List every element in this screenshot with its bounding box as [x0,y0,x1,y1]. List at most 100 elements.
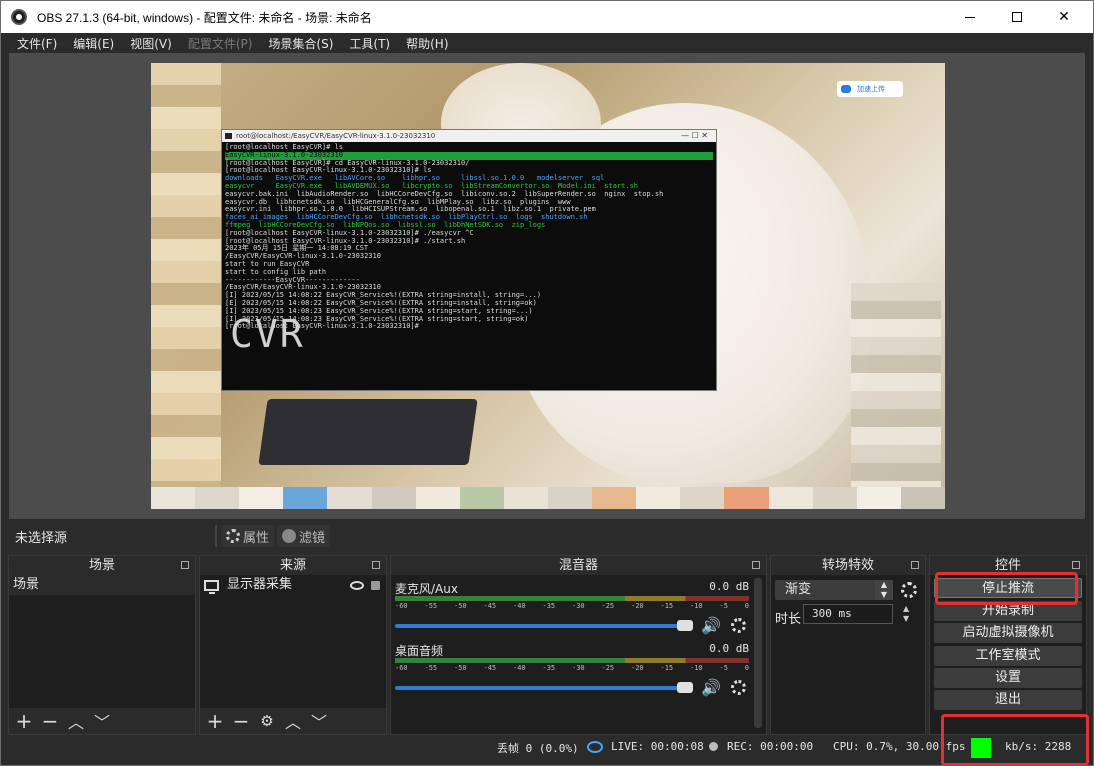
properties-button[interactable]: 属性 [221,525,275,547]
tick-label: -5 [719,664,728,672]
tick-label: 0 [744,602,749,610]
source-list-item[interactable]: 显示器采集 [200,575,386,595]
duration-label: 时长 [775,612,802,627]
duration-input[interactable]: 300 ms [803,604,893,624]
start-virtual-camera-button[interactable]: 启动虚拟摄像机 [934,623,1082,643]
mixer-channel-mic: 麦克风/Aux 0.0 dB -60 -55 -50 -45 -40 -35 -30 -25-… [395,580,749,635]
volume-slider[interactable] [395,681,693,693]
gear-icon[interactable] [901,582,917,598]
window-title: OBS 27.1.3 (64-bit, windows) - 配置文件: 未命名… [37,10,372,25]
menu-tools[interactable]: 工具(T) [341,35,398,52]
tick-label: -40 [513,664,526,672]
audio-mixer-dock: 混音器 麦克风/Aux 0.0 dB -60 -55 -50 -45 -40 -35 -30… [390,555,767,735]
stepper-arrows-icon[interactable]: ▲ ▼ [903,604,909,624]
speaker-icon[interactable]: 🔊 [701,678,721,697]
close-button[interactable]: ✕ [1041,1,1087,33]
sources-toolbar: + − ⚙ ︿ ﹀ [200,708,386,734]
tick-label: -25 [601,664,615,672]
mixer-header: 混音器 [391,556,766,575]
scenes-header: 场景 [9,556,195,575]
filters-label: 滤镜 [299,530,326,546]
tick-label: -60 [395,664,408,672]
mosaic-right [851,283,941,493]
gear-icon[interactable] [730,618,746,633]
obs-window: OBS 27.1.3 (64-bit, windows) - 配置文件: 未命名… [0,0,1094,766]
highlight-box [941,714,1089,766]
live-icon [587,741,603,753]
close-icon: ✕ [1058,9,1070,25]
settings-button[interactable]: 设置 [934,668,1082,688]
move-up-icon[interactable]: ︿ [284,709,302,733]
tick-label: -50 [454,602,467,610]
undock-icon[interactable] [181,561,189,569]
meter-ticks: -60 -55 -50 -45 -40 -35 -30 -25 -20 -15 -10 -5 0 [395,664,749,672]
updown-arrows-icon: ▲ ▼ [875,580,893,600]
studio-mode-button[interactable]: 工作室模式 [934,646,1082,666]
transitions-dock: 转场特效 渐变 ▲ ▼ 时长 300 ms ▲ ▼ [770,555,926,735]
exit-button[interactable]: 退出 [934,690,1082,710]
meter-ticks: -60 -55 -50 -45 -40 -35 -30 -25 -20 -15 -10 -5 0 [395,602,749,610]
undock-icon[interactable] [1072,561,1080,569]
tick-label: -55 [424,602,438,610]
remove-icon[interactable]: − [41,709,59,733]
tick-label: -35 [542,664,556,672]
menu-file[interactable]: 文件(F) [9,35,65,52]
filter-icon [282,529,296,543]
lock-icon[interactable] [371,580,380,590]
menu-profile: 配置文件(P) [187,36,253,51]
preview-canvas[interactable]: 加速上传 root@localhost:/EasyCVR/EasyCVR-lin… [151,63,945,509]
move-up-icon[interactable]: ︿ [67,709,85,733]
menu-edit[interactable]: 编辑(E) [65,35,122,52]
tick-label: -45 [483,602,497,610]
volume-meter [395,658,749,663]
menu-help[interactable]: 帮助(H) [398,35,456,52]
tick-label: -30 [572,664,585,672]
eye-icon[interactable] [350,580,364,590]
scene-list-item[interactable]: 场景 [9,575,195,595]
controls-title: 控件 [994,558,1021,573]
move-down-icon[interactable]: ﹀ [310,709,328,733]
sources-header: 来源 [200,556,386,575]
menu-bar: 文件(F) 编辑(E) 视图(V) 配置文件(P) 场景集合(S) 工具(T) … [9,33,1085,53]
remove-icon[interactable]: − [232,709,250,733]
tick-label: -20 [631,664,644,672]
upload-badge: 加速上传 [837,81,903,97]
maximize-button[interactable] [994,1,1040,33]
properties-label: 属性 [243,530,270,546]
rec-icon [709,742,718,751]
filters-button[interactable]: 滤镜 [277,525,331,547]
undock-icon[interactable] [752,561,760,569]
undock-icon[interactable] [911,561,919,569]
add-icon[interactable]: + [15,709,33,733]
add-icon[interactable]: + [206,709,224,733]
status-bar: 丢帧 0 (0.0%) LIVE: 00:00:08 REC: 00:00:00… [9,737,1085,759]
move-down-icon[interactable]: ﹀ [93,709,111,733]
toolbar-divider [215,525,217,547]
menu-scene-collection[interactable]: 场景集合(S) [260,35,341,52]
tick-label: -15 [660,664,674,672]
menu-view[interactable]: 视图(V) [122,35,180,52]
tick-label: -55 [424,664,438,672]
gear-icon[interactable]: ⚙ [258,712,276,730]
volume-slider[interactable] [395,619,693,631]
undock-icon[interactable] [372,561,380,569]
tick-label: -10 [690,664,703,672]
scenes-title: 场景 [88,558,115,573]
transitions-header: 转场特效 [771,556,925,575]
obs-logo-icon [11,9,27,25]
live-timer: LIVE: 00:00:08 [611,740,704,753]
gear-icon[interactable] [730,680,746,695]
mosaic-bottom [151,487,945,509]
channel-name: 麦克风/Aux [395,582,458,596]
mixer-scrollbar[interactable] [754,578,762,728]
transition-select[interactable]: 渐变 ▲ ▼ [775,580,893,600]
terminal-ascii-logo: CVR [230,312,305,356]
scenes-toolbar: + − ︿ ﹀ [9,708,195,734]
minimize-button[interactable] [947,1,993,33]
channel-db: 0.0 dB [709,642,749,655]
terminal-title: root@localhost:/EasyCVR/EasyCVR-linux-3.… [222,130,716,142]
monitor-icon [204,579,219,594]
sources-dock: 来源 显示器采集 + − ⚙ ︿ ﹀ [199,555,387,735]
speaker-icon[interactable]: 🔊 [701,616,721,635]
source-label: 显示器采集 [227,577,293,592]
